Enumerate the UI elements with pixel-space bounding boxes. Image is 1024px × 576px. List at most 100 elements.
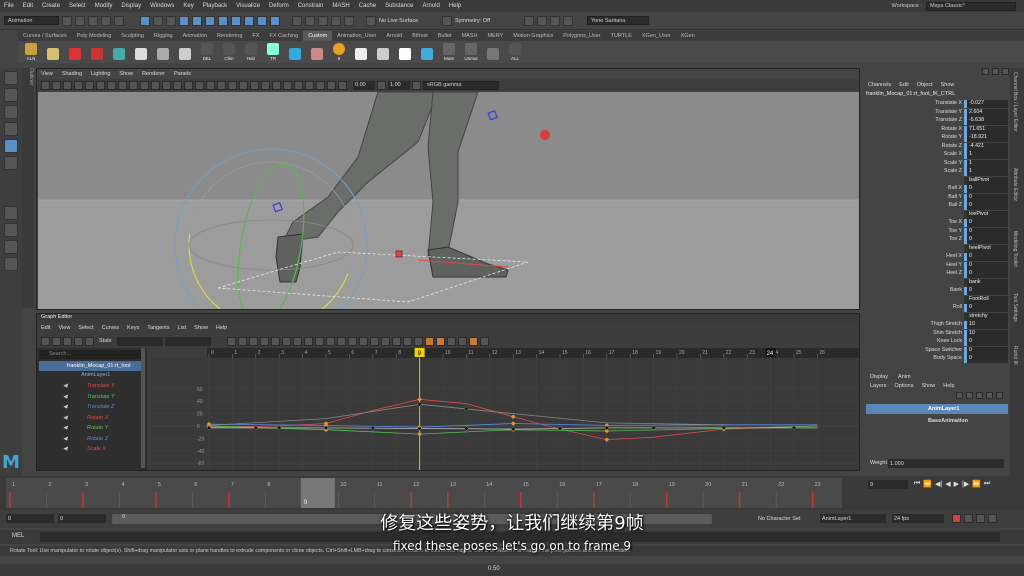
keyframe[interactable] [417, 431, 423, 437]
hypershade-icon[interactable] [563, 15, 573, 26]
channel-value[interactable]: 0 [964, 304, 1008, 312]
bookmarks-icon[interactable] [63, 80, 72, 90]
frame-playback-icon[interactable] [237, 336, 247, 346]
shelf-tab-sculpting[interactable]: Sculpting [116, 31, 149, 41]
graph-menu-list[interactable]: List [178, 325, 187, 331]
channel-row-toe-z[interactable]: Toe Z0 [862, 236, 1008, 245]
channel-value[interactable]: 2.604 [964, 108, 1008, 117]
channel-value[interactable]: 0 [964, 270, 1008, 278]
keyframe[interactable] [463, 406, 469, 412]
channel-row-rotate-y[interactable]: Rotate Y -18.921 [862, 134, 1008, 143]
time-slider-bar[interactable]: 12345678910111213141516171819202122239 [6, 478, 842, 508]
viewport-menu-view[interactable]: View [41, 71, 53, 77]
field-chart-icon[interactable] [151, 80, 160, 90]
outliner-object-item[interactable]: franklin_Mocap_01:rt_foot [39, 361, 145, 371]
move-layer-up-icon[interactable] [966, 392, 973, 399]
xray-components-icon[interactable] [327, 80, 336, 90]
snap-curve-icon[interactable] [305, 15, 315, 26]
shelf-tab-mash[interactable]: MASH [457, 31, 483, 41]
speaker-icon[interactable]: ◀ [63, 444, 67, 455]
shelf-button-2[interactable] [44, 43, 62, 61]
keyframe[interactable] [417, 396, 423, 402]
channel-value[interactable]: 71.651 [964, 125, 1008, 134]
image-plane-icon[interactable] [74, 80, 83, 90]
shelf-tab-arnold[interactable]: Arnold [381, 31, 407, 41]
shelf-button-18[interactable] [396, 43, 414, 61]
channel-row-bank[interactable]: Bank 0 [862, 287, 1008, 296]
graph-menu-view[interactable]: View [58, 325, 70, 331]
ambient-occlusion-icon[interactable] [250, 80, 259, 90]
grease-pencil-icon[interactable] [96, 80, 105, 90]
select-hierarchy-icon[interactable] [140, 15, 150, 26]
shelf-tab-curves-surfaces[interactable]: Curves / Surfaces [18, 31, 72, 41]
speaker-icon[interactable]: ◀ [63, 392, 67, 403]
channel-value[interactable]: stretchy [964, 312, 1008, 321]
channel-value[interactable]: 1 [964, 168, 1008, 176]
graph-menu-curves[interactable]: Curves [102, 325, 119, 331]
gamma-icon[interactable] [377, 80, 386, 90]
curve-item-translate-y[interactable]: ◀ Translate Y [37, 392, 145, 403]
mask-joint-icon[interactable] [192, 15, 202, 26]
move-tool-icon[interactable] [4, 122, 18, 136]
channel-row-heel-x[interactable]: Heel X0 [862, 253, 1008, 262]
shelf-button-5[interactable] [110, 43, 128, 61]
graph-menu-keys[interactable]: Keys [127, 325, 139, 331]
menu-set-dropdown[interactable]: Animation [4, 16, 59, 25]
linear-tangent-icon[interactable] [281, 336, 291, 346]
channel-row-shin-stretch[interactable]: Shin Stretch 10 [862, 329, 1008, 339]
channel-value[interactable]: 0 [964, 338, 1008, 346]
paint-select-tool-icon[interactable] [4, 105, 18, 119]
depth-of-field-icon[interactable] [283, 80, 292, 90]
select-tool-icon[interactable] [4, 71, 18, 85]
use-lights-icon[interactable] [228, 80, 237, 90]
graph-time-ruler[interactable]: 0123456789101112131415161718192021222324… [207, 348, 859, 358]
channel-row-rotate-z[interactable]: Rotate Z -4.421 [862, 142, 1008, 152]
keyframe[interactable] [604, 425, 610, 431]
symmetry-label[interactable]: Symmetry: Off [455, 18, 521, 24]
normalize-icon[interactable] [446, 336, 456, 346]
shelf-tab-xgen[interactable]: XGen [676, 31, 700, 41]
menu-visualize[interactable]: Visualize [236, 3, 260, 9]
channel-row-rotate-x[interactable]: Rotate X 71.651 [862, 125, 1008, 135]
menu-display[interactable]: Display [121, 3, 141, 9]
mask-all-icon[interactable] [179, 15, 189, 26]
viewport-menu-shading[interactable]: Shading [62, 71, 82, 77]
channel-value[interactable]: 0 [964, 287, 1008, 295]
save-scene-icon[interactable] [88, 15, 98, 26]
smooth-shade-icon[interactable] [195, 80, 204, 90]
curve-item-translate-x[interactable]: ◀ Translate X [37, 381, 145, 392]
current-frame-field[interactable]: 9 [868, 480, 908, 489]
menu-create[interactable]: Create [42, 3, 60, 9]
shelf-button-22[interactable] [484, 43, 502, 61]
menu-file[interactable]: File [4, 3, 14, 9]
channel-value[interactable]: 0 [964, 202, 1008, 210]
clamped-tangent-icon[interactable] [270, 336, 280, 346]
new-scene-icon[interactable] [62, 15, 72, 26]
speaker-icon[interactable]: ◀ [63, 413, 67, 424]
speaker-icon[interactable]: ◀ [63, 381, 67, 392]
curve-item-rotate-y[interactable]: ◀ Rotate Y [37, 423, 145, 434]
new-layer-from-selection-icon[interactable] [996, 392, 1003, 399]
exposure-icon[interactable] [338, 80, 347, 90]
center-current-icon[interactable] [248, 336, 258, 346]
motion-blur-icon[interactable] [261, 80, 270, 90]
channel-row-body-space[interactable]: Body Space 0 [862, 355, 1008, 364]
move-key-icon[interactable] [41, 336, 50, 346]
channel-row-ball-y[interactable]: Ball Y0 [862, 193, 1008, 203]
channel-menu-edit[interactable]: Edit [899, 82, 908, 88]
insert-key-icon[interactable] [52, 336, 61, 346]
shelf-tab-polygons-user[interactable]: Polygons_User [558, 31, 605, 41]
curve-item-scale-x[interactable]: ◀ Scale X [37, 444, 145, 455]
free-tangent-icon[interactable] [380, 336, 390, 346]
channel-value[interactable]: 0 [964, 219, 1008, 227]
time-snap-icon[interactable] [402, 336, 412, 346]
channel-row-roll[interactable]: Roll 0 [862, 304, 1008, 313]
channel-value[interactable]: -5.638 [964, 117, 1008, 125]
layer-tab-anim[interactable]: Anim [898, 374, 911, 380]
layer-item-animlayer1[interactable]: AnimLayer1 [866, 404, 1008, 414]
shelf-tab-motion-graphics[interactable]: Motion Graphics [508, 31, 558, 41]
shelf-tab-fx-caching[interactable]: FX Caching [264, 31, 303, 41]
flat-tangent-icon[interactable] [292, 336, 302, 346]
shelf-button-16[interactable] [352, 43, 370, 61]
channel-row-stretchy[interactable]: stretchy [862, 312, 1008, 322]
